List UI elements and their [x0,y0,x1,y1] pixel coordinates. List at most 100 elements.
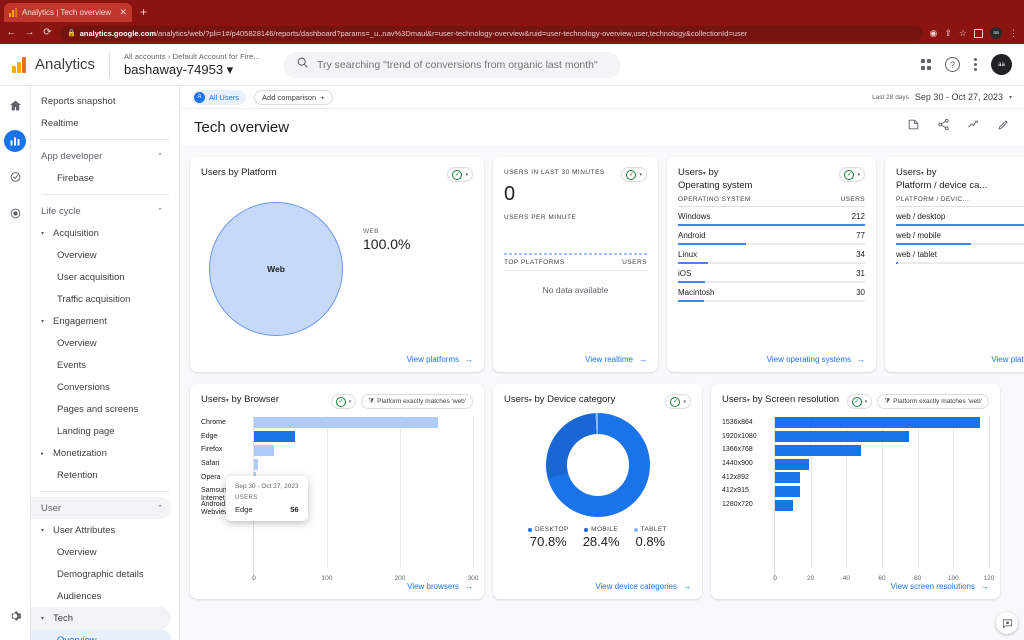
chevron-icon[interactable]: ▾ [41,527,48,534]
sidebar-item-user-attributes[interactable]: ▾ User Attributes [31,519,171,541]
chevron-icon[interactable]: ▾ [41,615,48,622]
chevron-down-icon[interactable]: ▾ [529,398,532,404]
chevron-up-icon[interactable]: ⌃ [157,207,171,215]
filter-chip[interactable]: ⧩ Platform exactly matches 'web' [361,394,473,409]
sidebar-item-firebase[interactable]: Firebase [31,167,171,189]
metric-selector[interactable]: Users [678,167,703,178]
sidebar-item-audiences[interactable]: Audiences [31,585,171,607]
back-icon[interactable]: ← [6,28,17,38]
sidebar-item-tech[interactable]: ▾ Tech [31,607,171,629]
address-bar[interactable]: 🔒 analytics.google.com/analytics/web/?pl… [60,25,923,41]
rail-item-home[interactable] [4,94,26,116]
chevron-down-icon[interactable]: ▾ [226,398,229,404]
card-footer[interactable]: View realtime → [504,355,647,364]
donut-ring[interactable] [545,413,650,517]
chevron-down-icon[interactable]: ▾ [747,398,750,404]
card-footer[interactable]: View operating systems → [678,355,865,364]
sidebar-item-overview[interactable]: Overview [31,332,171,354]
sidebar-item-user-acquisition[interactable]: User acquisition [31,266,171,288]
dimension-name[interactable]: Platform / device ca... [896,180,987,191]
chevron-icon[interactable]: ▸ [41,450,48,457]
share-omnibox-icon[interactable]: ⇪ [944,28,952,38]
chevron-down-icon[interactable]: ▾ [703,171,706,177]
list-item[interactable]: Linux 34 [678,245,865,264]
insights-icon[interactable] [907,118,920,136]
chevron-icon[interactable]: ▾ [41,230,48,237]
reload-icon[interactable]: ⟳ [42,28,53,38]
trend-icon[interactable] [967,118,980,136]
chevron-icon[interactable]: ▾ [41,318,48,325]
sidebar-item-life-cycle[interactable]: Life cycle ⌃ [31,200,171,222]
list-item[interactable]: web / desktop257 [896,207,1024,226]
sidebar-item-realtime[interactable]: Realtime [31,112,171,134]
status-badge[interactable]: ✓ ▾ [665,394,691,409]
chart-bar[interactable] [775,499,793,511]
sidebar-item-reports-snapshot[interactable]: Reports snapshot [31,90,171,112]
sidebar-item-acquisition[interactable]: ▾ Acquisition [31,222,171,244]
chevron-up-icon[interactable]: ⌃ [157,504,171,512]
sidebar-item-app-developer[interactable]: App developer ⌃ [31,145,171,167]
chart-bar[interactable] [254,458,258,470]
chart-bar[interactable] [775,472,800,484]
chevron-down-icon[interactable]: ▾ [921,171,924,177]
metric-selector[interactable]: Users [896,167,921,178]
chart-bar[interactable] [254,431,295,443]
analytics-logo[interactable]: Analytics [12,56,95,73]
list-item[interactable]: web / mobile103 [896,226,1024,245]
pie-slice-web[interactable]: Web [209,201,343,336]
status-badge[interactable]: ✓ ▾ [846,394,873,409]
settings-gear-icon[interactable] [8,609,22,628]
card-footer[interactable]: View platform devices → [896,355,1024,364]
status-badge[interactable]: ✓ ▾ [330,394,357,409]
feedback-button[interactable] [996,612,1018,634]
user-avatar[interactable]: aa [991,54,1012,75]
sidebar-item-traffic-acquisition[interactable]: Traffic acquisition [31,288,171,310]
sidebar-item-demographic-details[interactable]: Demographic details [31,563,171,585]
metric-selector[interactable]: Users [504,394,529,405]
apps-grid-icon[interactable] [920,59,931,70]
chart-bar[interactable] [254,444,275,456]
status-badge[interactable]: ✓ ▾ [447,167,473,182]
google-colorful-icon[interactable]: ◉ [930,28,938,38]
bookmark-star-icon[interactable]: ☆ [959,28,967,38]
chart-bar[interactable] [775,417,981,429]
search-input[interactable] [316,58,608,71]
account-selector[interactable]: All accounts › Default Account for Fire.… [124,52,260,78]
rail-item-reports[interactable] [4,130,26,152]
sidebar-item-pages-and-screens[interactable]: Pages and screens [31,398,171,420]
filter-chip[interactable]: ⧩ Platform exactly matches 'web' [877,394,989,409]
chart-bar[interactable] [775,431,909,443]
date-range-picker[interactable]: Last 28 days Sep 30 - Oct 27, 2023 ▾ [872,92,1012,102]
audience-chip[interactable]: A All Users [192,89,247,105]
forward-icon[interactable]: → [24,28,35,38]
card-footer[interactable]: View platforms → [201,355,473,364]
chevron-up-icon[interactable]: ⌃ [157,152,171,160]
rail-item-explore[interactable] [4,166,26,188]
edit-icon[interactable] [997,118,1010,136]
chart-bar[interactable] [254,417,438,429]
more-options-icon[interactable] [974,58,977,71]
rail-item-advertising[interactable] [4,202,26,224]
browser-menu-icon[interactable]: ⋮ [1009,28,1018,38]
card-footer[interactable]: View browsers → [201,582,473,591]
chart-bar[interactable] [775,444,861,456]
status-badge[interactable]: ✓ ▾ [621,167,647,182]
list-item[interactable]: Macintosh 30 [678,283,865,302]
list-item[interactable]: iOS 31 [678,264,865,283]
new-tab-button[interactable]: + [140,5,147,22]
add-comparison-button[interactable]: Add comparison + [254,89,333,105]
browser-tab[interactable]: Analytics | Tech overview ✕ [4,3,132,22]
help-icon[interactable]: ? [945,57,960,72]
sidebar-item-user[interactable]: User ⌃ [31,497,171,519]
card-footer[interactable]: View device categories → [504,582,691,591]
chart-bar[interactable] [775,485,800,497]
browser-profile-avatar[interactable]: aa [990,27,1002,39]
card-footer[interactable]: View screen resolutions → [722,582,989,591]
tab-close-icon[interactable]: ✕ [119,8,127,17]
list-item[interactable]: Android 77 [678,226,865,245]
sidebar-item-overview[interactable]: Overview [31,541,171,563]
metric-selector[interactable]: Users [722,394,747,405]
chart-bar[interactable] [775,458,809,470]
sidebar-item-overview[interactable]: Overview [31,244,171,266]
list-item[interactable]: web / tablet3 [896,245,1024,264]
